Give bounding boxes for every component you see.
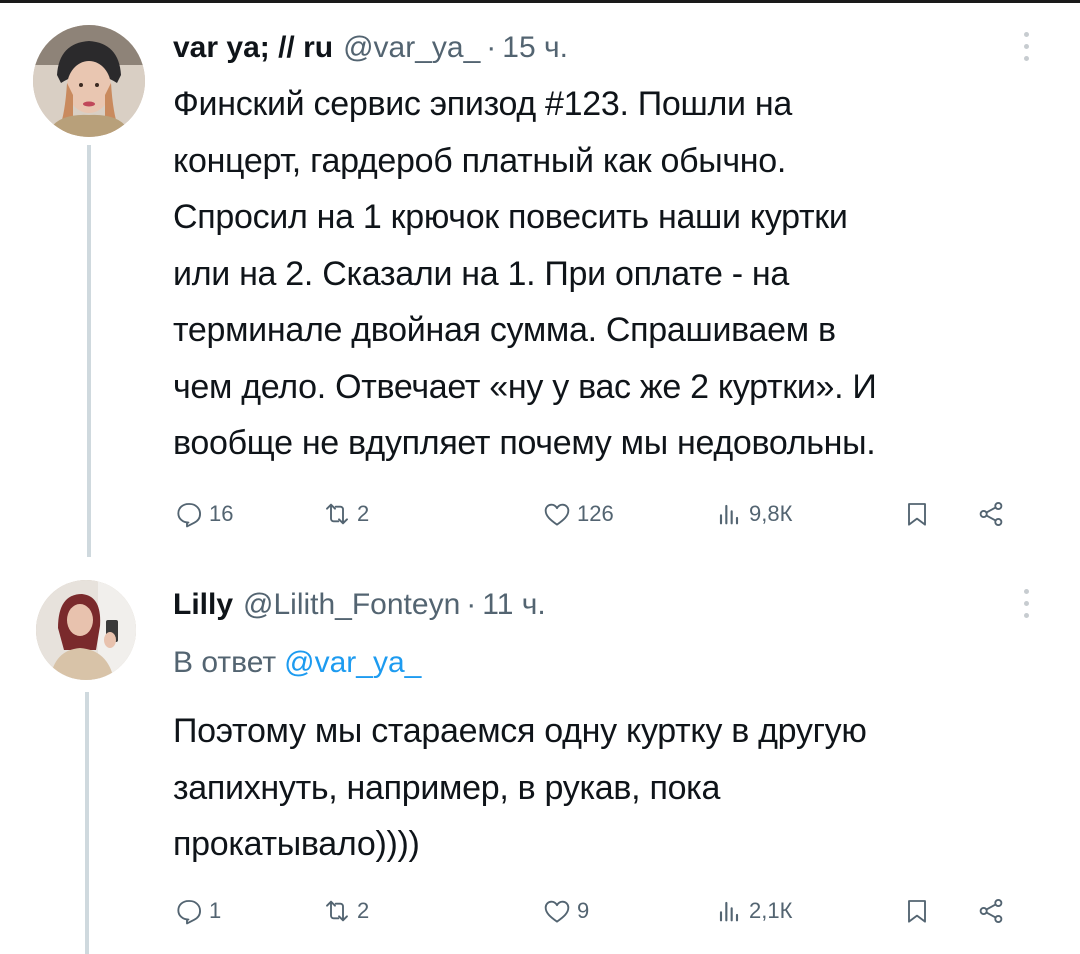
timestamp[interactable]: 15 ч. — [502, 31, 568, 64]
tweet-header: Lilly @Lilith_Fonteyn · 11 ч. — [173, 585, 546, 625]
retweet-count: 2 — [357, 501, 370, 526]
separator-dot: · — [466, 588, 477, 621]
text-line: Спросил на 1 крючок повесить наши куртки — [173, 198, 848, 236]
share-button[interactable] — [975, 891, 1007, 931]
reply-button[interactable]: 16 — [173, 494, 233, 534]
more-vertical-icon[interactable] — [1020, 589, 1032, 625]
like-count: 126 — [577, 501, 614, 526]
text-line: прокатывало)))) — [173, 825, 420, 863]
thread-line — [85, 692, 89, 954]
retweet-button[interactable]: 2 — [321, 891, 369, 931]
text-line: или на 2. Сказали на 1. При оплате - на — [173, 254, 790, 293]
retweet-button[interactable]: 2 — [321, 494, 369, 534]
tweet-header: var ya; // ru @var_ya_ · 15 ч. — [173, 28, 568, 68]
share-button[interactable] — [975, 494, 1007, 534]
retweet-icon — [326, 900, 348, 922]
tweet-text: Финский сервис эпизод #123. Пошли на кон… — [173, 76, 1053, 472]
reply-button[interactable]: 1 — [173, 891, 221, 931]
tweet-text: Поэтому мы стараемся одну куртку в другу… — [173, 703, 1053, 873]
retweet-icon — [326, 503, 348, 525]
avatar[interactable] — [33, 25, 145, 137]
heart-icon — [544, 900, 570, 923]
like-button[interactable]: 9 — [541, 891, 589, 931]
text-line: Поэтому мы стараемся одну куртку в другу… — [173, 712, 867, 750]
reply-count: 1 — [209, 898, 222, 923]
speech-bubble-icon — [177, 900, 201, 925]
more-vertical-icon[interactable] — [1020, 32, 1032, 68]
bar-chart-icon — [719, 504, 739, 525]
text-line: концерт, гардероб платный как обычно. — [173, 141, 787, 180]
views-button[interactable]: 2,1К — [713, 891, 792, 931]
display-name[interactable]: var ya; // ru — [173, 31, 333, 64]
bookmark-button[interactable] — [901, 494, 933, 534]
views-button[interactable]: 9,8К — [713, 494, 792, 534]
timestamp[interactable]: 11 ч. — [482, 588, 545, 621]
reply-prefix: В ответ — [173, 646, 277, 679]
display-name[interactable]: Lilly — [173, 588, 233, 621]
reply-mention-link[interactable]: @var_ya_ — [284, 646, 421, 679]
retweet-count: 2 — [357, 898, 370, 923]
action-bar: 1 2 9 2,1К — [173, 891, 1033, 931]
reply-context: В ответ @var_ya_ — [173, 643, 421, 683]
like-count: 9 — [577, 898, 590, 923]
speech-bubble-icon — [177, 503, 201, 528]
action-bar: 16 2 126 9,8К — [173, 494, 1033, 534]
bookmark-button[interactable] — [901, 891, 933, 931]
user-handle[interactable]: @var_ya_ — [343, 31, 480, 64]
reply-count: 16 — [209, 501, 234, 526]
bookmark-icon — [908, 900, 926, 923]
share-icon — [979, 502, 1003, 526]
text-line: запихнуть, например, в рукав, пока — [173, 768, 721, 807]
text-line: вообще не вдупляет почему мы недовольны. — [173, 424, 876, 462]
bar-chart-icon — [719, 901, 739, 922]
user-handle[interactable]: @Lilith_Fonteyn — [243, 588, 460, 621]
share-icon — [979, 899, 1003, 923]
tweet[interactable]: Lilly @Lilith_Fonteyn · 11 ч. В ответ @var_y… — [0, 555, 1080, 954]
avatar[interactable] — [36, 580, 136, 680]
heart-icon — [544, 503, 570, 526]
separator-dot: · — [486, 31, 497, 64]
text-line: терминале двойная сумма. Спрашиваем в — [173, 311, 836, 349]
view-count: 9,8К — [749, 501, 793, 526]
tweet[interactable]: var ya; // ru @var_ya_ · 15 ч. Финский серв… — [0, 0, 1080, 557]
text-line: чем дело. Отвечает «ну у вас же 2 куртки… — [173, 367, 877, 406]
bookmark-icon — [908, 503, 926, 526]
text-line: Финский сервис эпизод #123. Пошли на — [173, 85, 792, 123]
like-button[interactable]: 126 — [541, 494, 614, 534]
view-count: 2,1К — [749, 898, 793, 923]
thread-line — [87, 145, 91, 557]
